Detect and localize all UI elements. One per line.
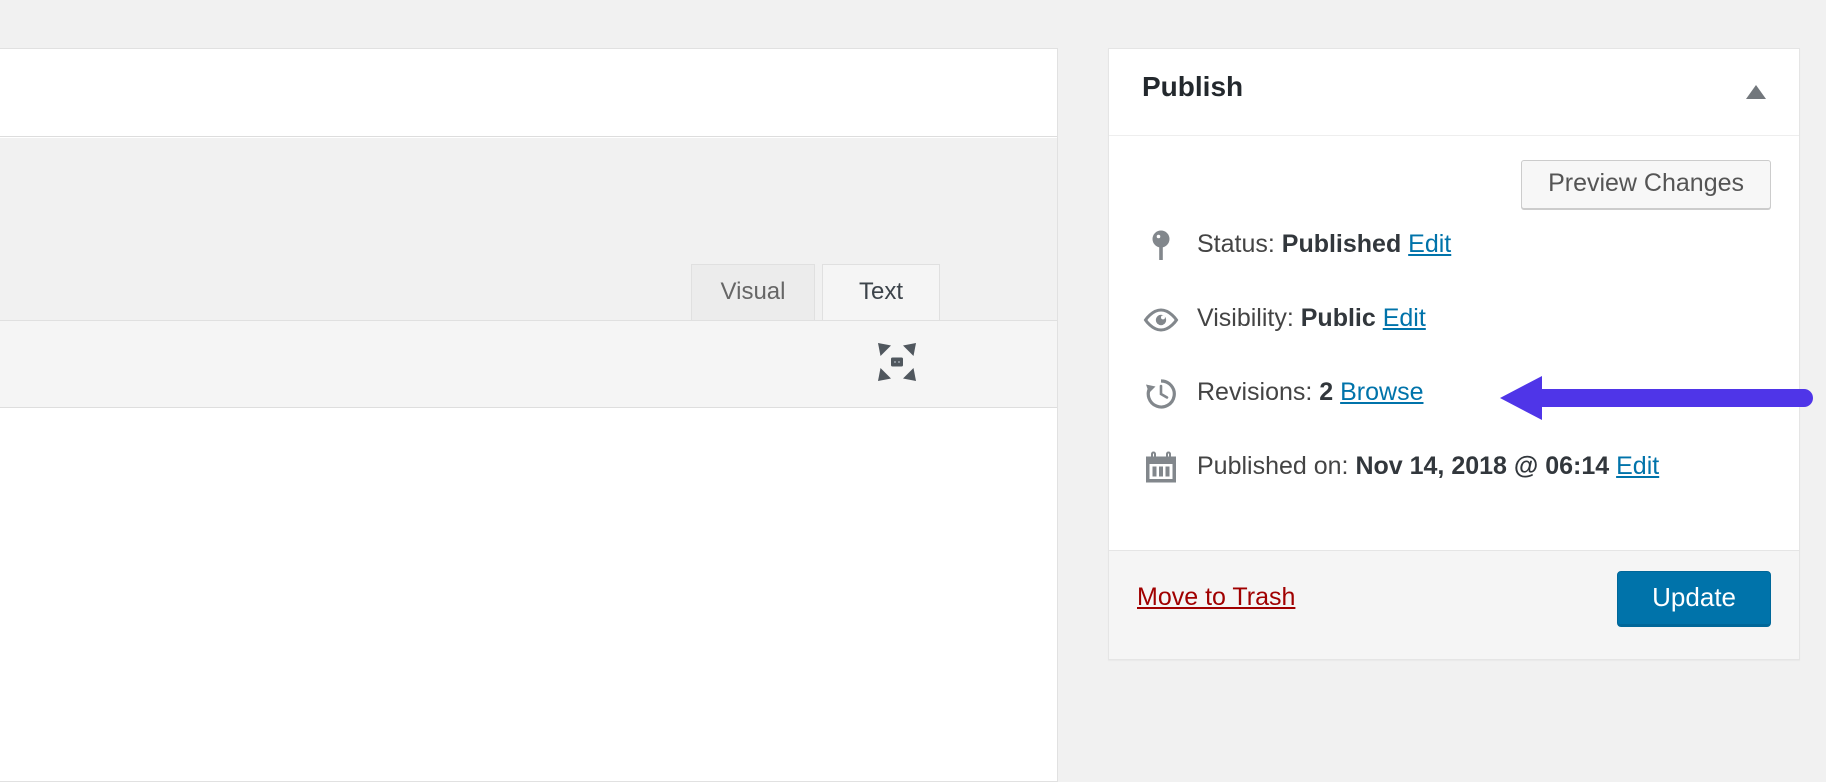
preview-row: Preview Changes bbox=[1109, 136, 1799, 228]
revisions-label: Revisions: bbox=[1197, 378, 1319, 406]
publish-metabox-body: Preview Changes Status: Published Edit bbox=[1109, 136, 1799, 550]
post-title-input[interactable] bbox=[0, 67, 1035, 117]
triangle-up-icon[interactable] bbox=[1741, 77, 1771, 107]
pin-icon bbox=[1143, 228, 1179, 264]
publish-metabox-footer: Move to Trash Update bbox=[1109, 550, 1799, 659]
status-value: Published bbox=[1282, 230, 1408, 258]
published-on-row: Published on: Nov 14, 2018 @ 06:14 Edit bbox=[1109, 450, 1799, 498]
page-title: Publish bbox=[1142, 71, 1243, 103]
published-on-label: Published on: bbox=[1197, 452, 1355, 480]
move-to-trash-link[interactable]: Move to Trash bbox=[1137, 583, 1295, 612]
preview-changes-button[interactable]: Preview Changes bbox=[1521, 160, 1771, 209]
status-edit-link[interactable]: Edit bbox=[1408, 230, 1451, 258]
status-label: Status: bbox=[1197, 230, 1282, 258]
publish-metabox-header: Publish bbox=[1109, 49, 1799, 136]
published-on-edit-link[interactable]: Edit bbox=[1616, 452, 1659, 480]
update-button[interactable]: Update bbox=[1617, 571, 1771, 627]
eye-icon bbox=[1143, 302, 1179, 338]
editor-toolbar bbox=[0, 320, 1057, 408]
status-row: Status: Published Edit bbox=[1109, 228, 1799, 276]
revisions-browse-link[interactable]: Browse bbox=[1340, 378, 1423, 406]
visibility-row: Visibility: Public Edit bbox=[1109, 302, 1799, 350]
calendar-icon bbox=[1143, 450, 1179, 486]
editor-mode-tabs: Visual Text bbox=[0, 264, 1057, 321]
post-title-field bbox=[0, 49, 1057, 137]
visibility-value: Public bbox=[1301, 304, 1383, 332]
revisions-count: 2 bbox=[1319, 378, 1340, 406]
backup-clock-icon bbox=[1143, 376, 1179, 412]
visibility-label: Visibility: bbox=[1197, 304, 1301, 332]
visibility-edit-link[interactable]: Edit bbox=[1383, 304, 1426, 332]
revisions-row: Revisions: 2 Browse bbox=[1109, 376, 1799, 424]
post-editor-column: Visual Text bbox=[0, 48, 1058, 782]
fullscreen-expand-icon[interactable] bbox=[874, 339, 920, 385]
published-on-value: Nov 14, 2018 @ 06:14 bbox=[1355, 452, 1616, 480]
tab-visual[interactable]: Visual bbox=[691, 264, 815, 320]
tab-text[interactable]: Text bbox=[822, 264, 940, 320]
editor-chrome: Visual Text bbox=[0, 138, 1057, 781]
post-content-textarea[interactable] bbox=[0, 408, 1057, 781]
publish-metabox: Publish Preview Changes Status: Publishe… bbox=[1108, 48, 1800, 660]
